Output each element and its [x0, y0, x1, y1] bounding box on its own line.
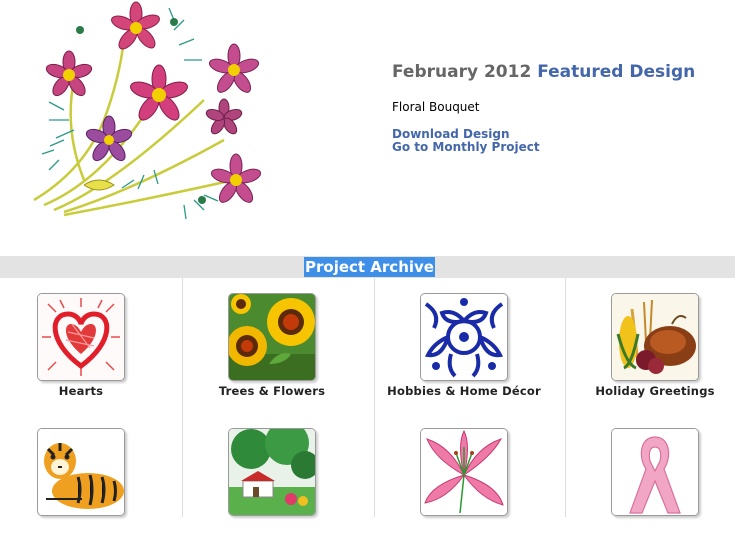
category-label: Hobbies & Home Décor — [387, 384, 541, 398]
lily-thumbnail[interactable] — [420, 428, 508, 516]
category-label: Trees & Flowers — [218, 384, 326, 398]
featured-heading: Featured Design — [537, 62, 696, 82]
category-floral[interactable] — [374, 410, 554, 538]
blue-lace-thumbnail[interactable] — [420, 293, 508, 381]
floral-bouquet-image[interactable] — [24, 0, 274, 240]
pink-ribbon-thumbnail[interactable] — [611, 428, 699, 516]
category-animals[interactable] — [0, 410, 171, 538]
archive-heading: Project Archive — [304, 257, 435, 277]
featured-design-panel: February 2012 Featured Design Floral Bou… — [392, 62, 695, 154]
category-causes[interactable] — [565, 410, 735, 538]
archive-header-bar: Project Archive — [0, 256, 735, 278]
category-label: Hearts — [58, 384, 104, 398]
tiger-thumbnail[interactable] — [37, 428, 125, 516]
monthly-project-link[interactable]: Go to Monthly Project — [392, 141, 695, 154]
sunflowers-thumbnail[interactable] — [228, 293, 316, 381]
landscape-thumbnail[interactable] — [228, 428, 316, 516]
category-hearts[interactable]: Hearts — [0, 278, 171, 406]
featured-month: February 2012 — [392, 62, 532, 82]
harvest-thumbnail[interactable] — [611, 293, 699, 381]
design-name: Floral Bouquet — [392, 100, 480, 114]
category-label: Holiday Greetings — [595, 384, 715, 398]
archive-grid: Hearts Trees & Flowers Hobbies & Home Dé… — [0, 278, 735, 517]
category-hobbies-home-decor[interactable]: Hobbies & Home Décor — [374, 278, 554, 406]
category-trees-flowers[interactable]: Trees & Flowers — [182, 278, 362, 406]
category-landscapes[interactable] — [182, 410, 362, 538]
category-holiday-greetings[interactable]: Holiday Greetings — [565, 278, 735, 406]
featured-title: February 2012 Featured Design — [392, 62, 695, 82]
heart-thumbnail[interactable] — [37, 293, 125, 381]
